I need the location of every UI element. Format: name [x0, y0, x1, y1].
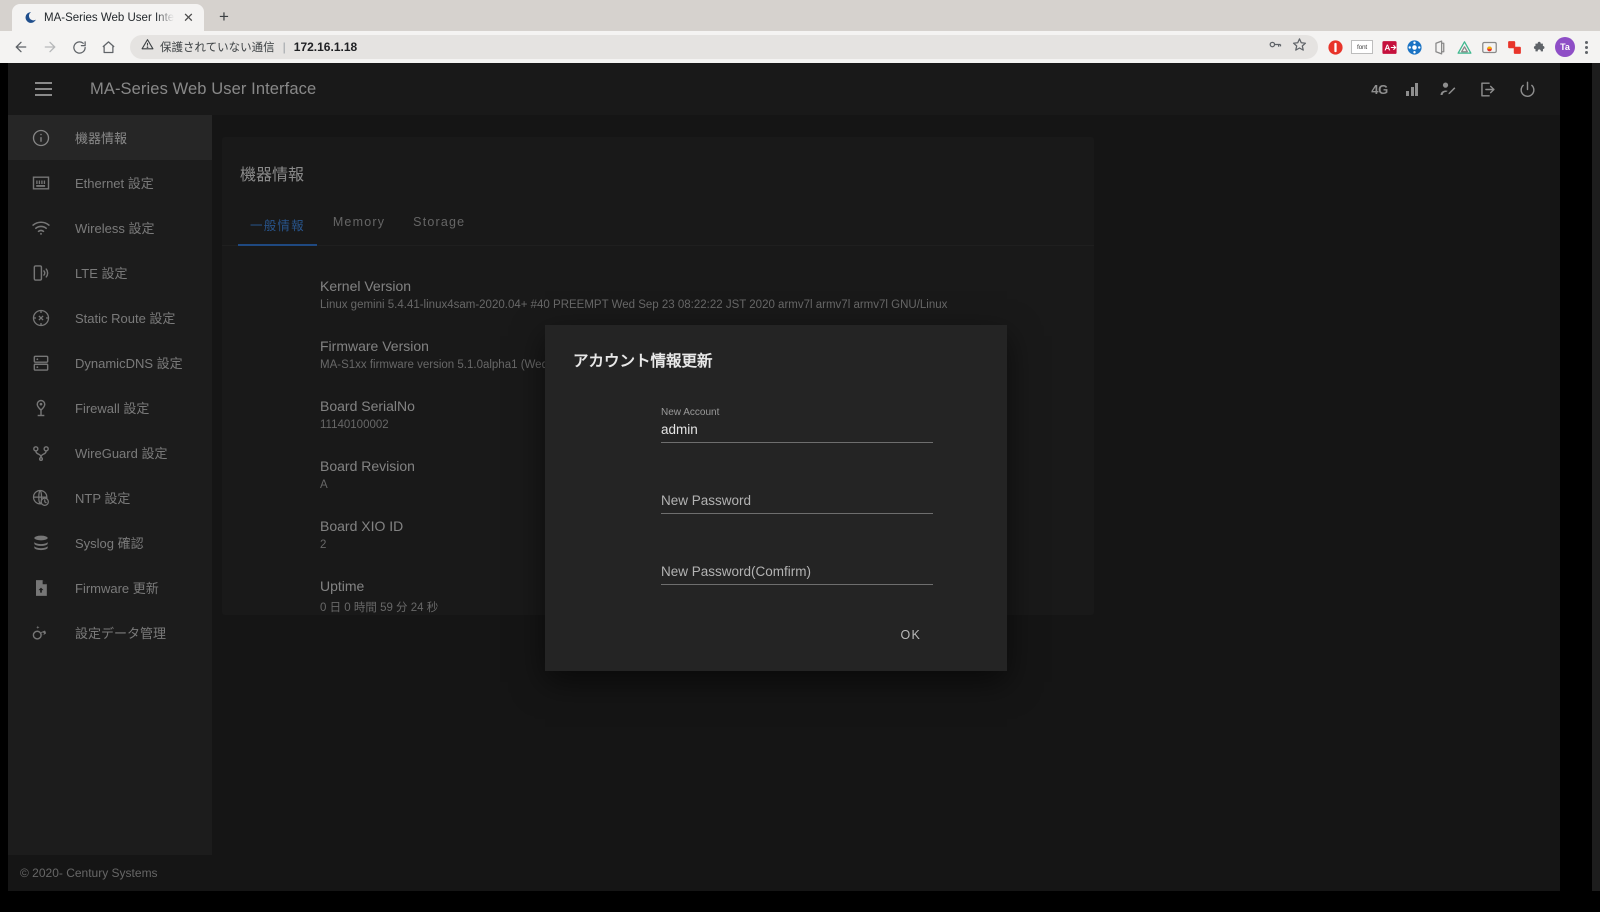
translate-extension-icon[interactable]: [1380, 38, 1398, 56]
omnibox-separator: |: [282, 40, 286, 54]
warning-triangle-icon: [141, 38, 154, 56]
dialog-title: アカウント情報更新: [573, 353, 713, 370]
page-scrollbar[interactable]: [1592, 63, 1600, 891]
browser-tab-title: MA-Series Web User Inter: [44, 11, 174, 24]
browser-tabstrip: MA-Series Web User Inter ✕ +: [0, 0, 1600, 31]
home-icon[interactable]: [94, 33, 122, 61]
new-password-input[interactable]: [661, 493, 933, 514]
security-status[interactable]: 保護されていない通信: [141, 38, 275, 56]
profile-avatar[interactable]: Ta: [1555, 37, 1575, 57]
back-arrow-icon[interactable]: [7, 33, 35, 61]
triangle-extension-icon[interactable]: [1455, 38, 1473, 56]
puzzle-extensions-icon[interactable]: [1530, 38, 1548, 56]
new-account-label: New Account: [661, 407, 720, 418]
font-extension-icon[interactable]: font: [1351, 40, 1373, 54]
new-account-field-group: New Account: [661, 407, 979, 443]
three-dots-menu-icon[interactable]: [1580, 40, 1593, 54]
account-update-dialog: アカウント情報更新 New Account OK: [545, 325, 1007, 671]
new-password-field-group: [661, 479, 979, 514]
browser-tab[interactable]: MA-Series Web User Inter ✕: [12, 4, 204, 31]
confirm-password-field-group: [661, 550, 979, 585]
adblock-icon[interactable]: [1326, 38, 1344, 56]
security-label: 保護されていない通信: [160, 42, 275, 54]
confirm-password-input[interactable]: [661, 564, 933, 585]
page-viewport: MA-Series Web User Interface 4G 機器情報 Eth…: [8, 63, 1560, 891]
close-icon[interactable]: ✕: [181, 10, 196, 25]
extension-toolbar: font Ta: [1326, 37, 1579, 57]
clipboard-extension-icon[interactable]: [1505, 38, 1523, 56]
new-tab-button[interactable]: +: [210, 4, 238, 30]
office-extension-icon[interactable]: [1430, 38, 1448, 56]
address-bar[interactable]: 保護されていない通信 | 172.16.1.18: [130, 35, 1318, 59]
bluetooth-extension-icon[interactable]: [1405, 38, 1423, 56]
new-account-input[interactable]: [661, 422, 933, 443]
browser-window: MA-Series Web User Inter ✕ + 保護されていない通信 …: [0, 0, 1600, 912]
key-icon[interactable]: [1268, 37, 1283, 57]
ok-button[interactable]: OK: [889, 621, 933, 649]
forward-arrow-icon[interactable]: [36, 33, 64, 61]
address-bar-url: 172.16.1.18: [293, 40, 358, 54]
screenshot-extension-icon[interactable]: [1480, 38, 1498, 56]
reload-icon[interactable]: [65, 33, 93, 61]
browser-navbar: 保護されていない通信 | 172.16.1.18 font Ta: [0, 31, 1600, 63]
moon-favicon: [23, 11, 37, 25]
star-icon[interactable]: [1292, 37, 1307, 57]
